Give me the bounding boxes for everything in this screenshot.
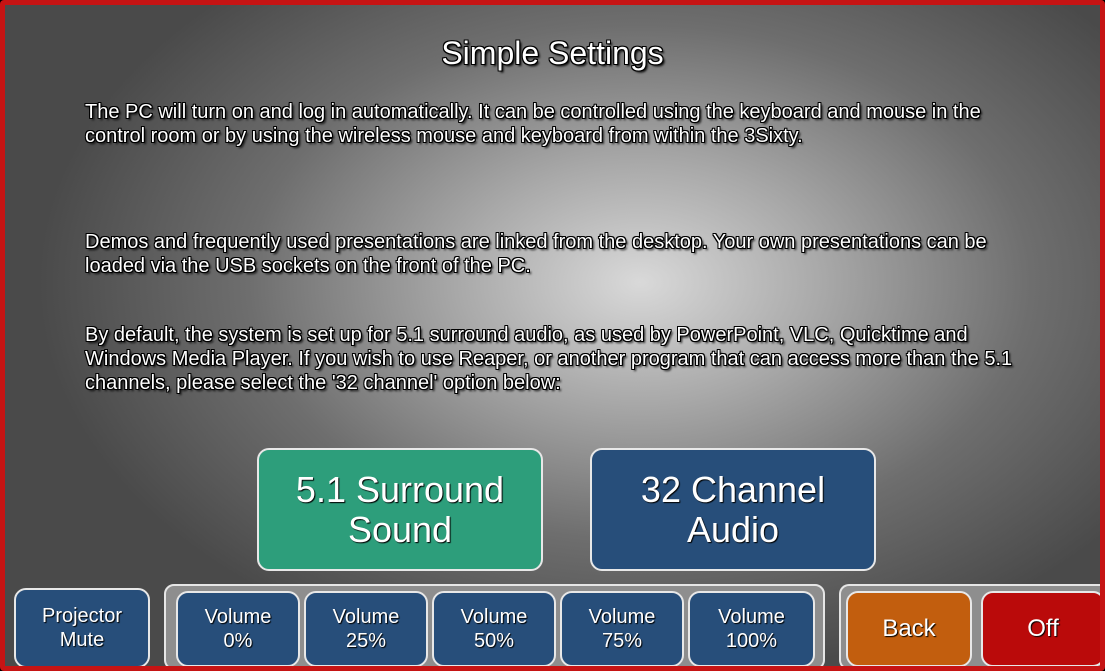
back-label: Back	[882, 615, 936, 642]
volume-level: 25%	[345, 630, 387, 652]
volume-level: 75%	[601, 630, 643, 652]
volume-level: 50%	[473, 630, 515, 652]
off-label: Off	[1027, 615, 1059, 642]
projector-mute-label-2: Mute	[59, 629, 105, 651]
surround-sound-label-1: 5.1 Surround	[295, 468, 505, 510]
paragraph-pc-info: The PC will turn on and log in automatic…	[85, 101, 981, 147]
volume-level: 0%	[223, 630, 253, 652]
projector-mute-label-1: Projector	[41, 605, 123, 627]
back-button[interactable]: Back	[846, 591, 972, 666]
paragraph-presentations: Demos and frequently used presentations …	[85, 231, 987, 277]
volume-label: Volume	[718, 606, 785, 628]
paragraph-audio-info: By default, the system is set up for 5.1…	[85, 324, 1013, 394]
volume-level: 100%	[725, 630, 778, 652]
channel-32-label-2: Audio	[686, 508, 780, 550]
volume-label: Volume	[332, 606, 400, 628]
volume-label: Volume	[588, 606, 656, 628]
off-button[interactable]: Off	[981, 591, 1100, 666]
main-panel: Simple Settings The PC will turn on and …	[0, 0, 1105, 671]
volume-label: Volume	[204, 606, 272, 628]
volume-50-button[interactable]: Volume 50%	[432, 591, 556, 666]
surround-sound-button[interactable]: 5.1 Surround Sound	[257, 448, 543, 571]
volume-label: Volume	[460, 606, 528, 628]
channel-32-audio-button[interactable]: 32 Channel Audio	[590, 448, 876, 571]
page-title: Simple Settings	[441, 35, 664, 71]
surround-sound-label-2: Sound	[347, 508, 453, 550]
volume-0-button[interactable]: Volume 0%	[176, 591, 300, 666]
projector-mute-button[interactable]: Projector Mute	[14, 588, 150, 666]
volume-100-button[interactable]: Volume 100%	[688, 591, 815, 666]
channel-32-label-1: 32 Channel	[640, 468, 826, 510]
volume-75-button[interactable]: Volume 75%	[560, 591, 684, 666]
volume-25-button[interactable]: Volume 25%	[304, 591, 428, 666]
